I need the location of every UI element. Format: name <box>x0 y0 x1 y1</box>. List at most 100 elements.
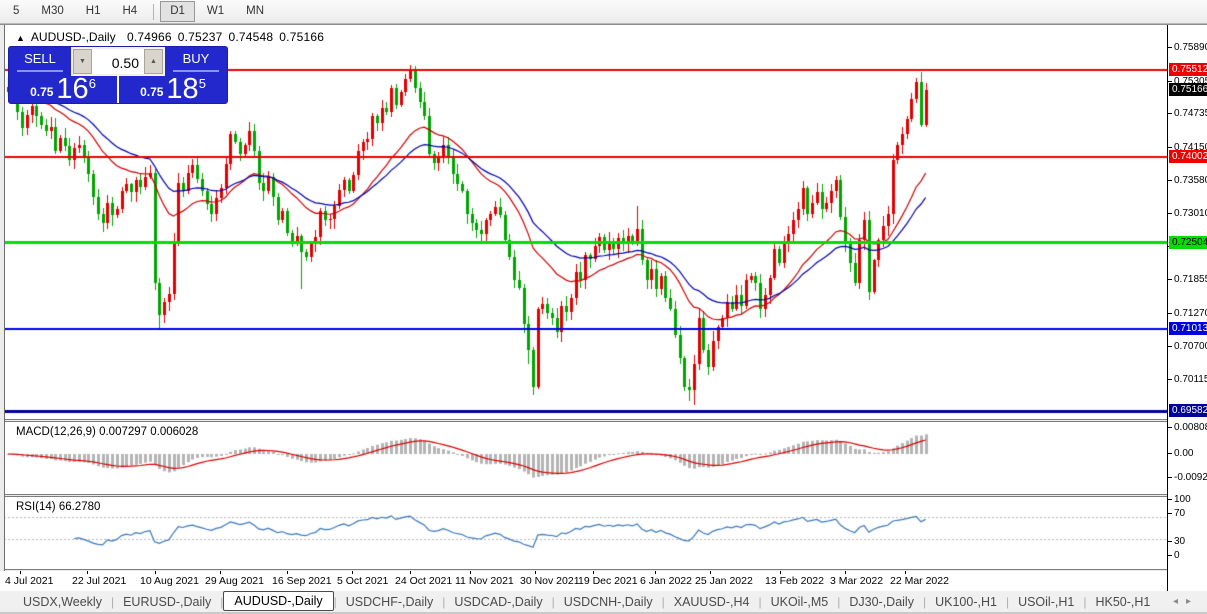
rsi-pane-canvas[interactable] <box>0 497 1167 569</box>
high-value: 0.75237 <box>178 30 223 44</box>
resistance-line-badge: 0.74002 <box>1169 150 1207 163</box>
sell-button-label: SELL <box>24 51 56 66</box>
chart-symbol-label: AUDUSD-,Daily <box>31 30 116 44</box>
date-tick-mark <box>352 571 353 574</box>
volume-decrease-button[interactable]: ▼ <box>73 49 92 74</box>
timeframe-button-h1[interactable]: H1 <box>76 1 111 22</box>
rsi-axis-label: 100 <box>1174 494 1191 505</box>
price-axis[interactable]: 0.758900.753050.747350.741500.735800.730… <box>1167 25 1207 591</box>
chart-tab-xauusd[interactable]: XAUUSD-,H4 <box>665 593 759 611</box>
sell-price-display[interactable]: 0.75 16 6 <box>9 74 119 103</box>
axis-tick-mark <box>1168 499 1172 500</box>
timeframe-toolbar: 5M30H1H4 D1W1MN <box>0 0 1207 24</box>
tab-scroll-right-icon[interactable]: ▸ <box>1186 596 1199 607</box>
price-axis-label: 0.75890 <box>1174 42 1207 53</box>
toolbar-separator <box>153 4 154 20</box>
date-axis-label: 22 Jul 2021 <box>72 575 126 587</box>
date-axis-label: 5 Oct 2021 <box>337 575 388 587</box>
date-tick-mark <box>287 571 288 574</box>
axis-tick-mark <box>1168 81 1172 82</box>
axis-tick-mark <box>1168 379 1172 380</box>
sell-button[interactable]: SELL <box>9 47 71 72</box>
date-axis-label: 19 Dec 2021 <box>578 575 638 587</box>
volume-input[interactable] <box>92 49 144 74</box>
date-tick-mark <box>20 571 21 574</box>
timeframe-button-5[interactable]: 5 <box>3 1 29 22</box>
date-tick-mark <box>470 571 471 574</box>
macd-indicator-label: MACD(12,26,9) 0.007297 0.006028 <box>16 426 198 438</box>
tab-scroll-left-icon[interactable]: ◂ <box>1173 596 1186 607</box>
support-line-badge: 0.69582 <box>1169 404 1207 417</box>
buy-price-display[interactable]: 0.75 18 5 <box>119 74 227 103</box>
chart-title: ▲AUDUSD-,Daily 0.749660.752370.745480.75… <box>16 30 330 44</box>
axis-tick-mark <box>1168 113 1172 114</box>
chart-tab-usoil[interactable]: USOil-,H1 <box>1009 593 1083 611</box>
buy-price-prefix: 0.75 <box>140 85 163 102</box>
buy-button[interactable]: BUY <box>165 47 227 72</box>
pane-separator[interactable] <box>0 419 1207 422</box>
current-price-badge: 0.75166 <box>1169 83 1207 96</box>
buy-price-pipette: 5 <box>199 77 206 102</box>
date-tick-mark <box>410 571 411 574</box>
axis-tick-mark <box>1168 180 1172 181</box>
date-axis-label: 13 Feb 2022 <box>765 575 824 587</box>
volume-increase-button[interactable]: ▲ <box>144 49 163 74</box>
sell-price-pipette: 6 <box>89 77 96 102</box>
price-axis-label: 0.70700 <box>1174 341 1207 352</box>
axis-tick-mark <box>1168 47 1172 48</box>
timeframe-button-h4[interactable]: H4 <box>112 1 147 22</box>
price-axis-label: 0.73010 <box>1174 208 1207 219</box>
chart-tab-uk100[interactable]: UK100-,H1 <box>926 593 1006 611</box>
chart-tab-usdcad[interactable]: USDCAD-,Daily <box>445 593 551 611</box>
date-tick-mark <box>655 571 656 574</box>
date-tick-mark <box>593 571 594 574</box>
collapse-arrow-icon[interactable]: ▲ <box>16 33 25 43</box>
close-value: 0.75166 <box>279 30 324 44</box>
date-axis-label: 4 Jul 2021 <box>5 575 53 587</box>
chart-tab-audusd[interactable]: AUDUSD-,Daily <box>223 591 333 611</box>
date-axis-label: 3 Mar 2022 <box>830 575 883 587</box>
axis-tick-mark <box>1168 313 1172 314</box>
macd-axis-label: -0.00928 <box>1174 472 1207 483</box>
date-tick-mark <box>535 571 536 574</box>
date-axis-label: 22 Mar 2022 <box>890 575 949 587</box>
timeframe-button-w1[interactable]: W1 <box>197 1 234 22</box>
date-axis-label: 25 Jan 2022 <box>695 575 753 587</box>
axis-tick-mark <box>1168 147 1172 148</box>
date-tick-mark <box>845 571 846 574</box>
resistance-line-badge: 0.75512 <box>1169 63 1207 76</box>
date-axis-label: 24 Oct 2021 <box>395 575 452 587</box>
axis-tick-mark <box>1168 555 1172 556</box>
price-axis-label: 0.73580 <box>1174 175 1207 186</box>
timeframe-button-mn[interactable]: MN <box>236 1 274 22</box>
price-axis-label: 0.71270 <box>1174 308 1207 319</box>
one-click-trading-panel: SELL ▼ ▲ BUY 0.75 16 6 <box>8 46 228 104</box>
buy-price-big-digits: 18 <box>166 76 198 102</box>
chart-tab-hk50[interactable]: HK50-,H1 <box>1086 593 1159 611</box>
timeframe-button-d1[interactable]: D1 <box>160 1 195 22</box>
ohlc-readout: 0.749660.752370.745480.75166 <box>127 30 330 44</box>
date-tick-mark <box>710 571 711 574</box>
rsi-axis-label: 0 <box>1174 550 1180 561</box>
rsi-indicator-label: RSI(14) 66.2780 <box>16 501 100 513</box>
trading-terminal-window: 5M30H1H4D1W1MN ▲AUDUSD-,Daily 0.749660.7… <box>0 0 1207 614</box>
chart-tab-ukoil[interactable]: UKOil-,M5 <box>762 593 838 611</box>
date-tick-mark <box>155 571 156 574</box>
axis-tick-mark <box>1168 427 1172 428</box>
date-tick-mark <box>220 571 221 574</box>
timeframe-button-m30[interactable]: M30 <box>31 1 73 22</box>
date-axis[interactable]: 4 Jul 202122 Jul 202110 Aug 202129 Aug 2… <box>0 571 1167 591</box>
chart-tab-usdx[interactable]: USDX,Weekly <box>14 593 111 611</box>
date-axis-label: 29 Aug 2021 <box>205 575 264 587</box>
chart-tab-dj30[interactable]: DJ30-,Daily <box>840 593 923 611</box>
buy-button-label: BUY <box>183 51 210 66</box>
axis-tick-mark <box>1168 346 1172 347</box>
chart-tab-usdchf[interactable]: USDCHF-,Daily <box>337 593 443 611</box>
axis-tick-mark <box>1168 541 1172 542</box>
low-value: 0.74548 <box>229 30 274 44</box>
chart-tab-usdcnh[interactable]: USDCNH-,Daily <box>555 593 662 611</box>
pane-separator[interactable] <box>0 494 1207 497</box>
chart-window: ▲AUDUSD-,Daily 0.749660.752370.745480.75… <box>0 24 1207 590</box>
chart-tab-eurusd[interactable]: EURUSD-,Daily <box>114 593 220 611</box>
date-axis-label: 6 Jan 2022 <box>640 575 692 587</box>
